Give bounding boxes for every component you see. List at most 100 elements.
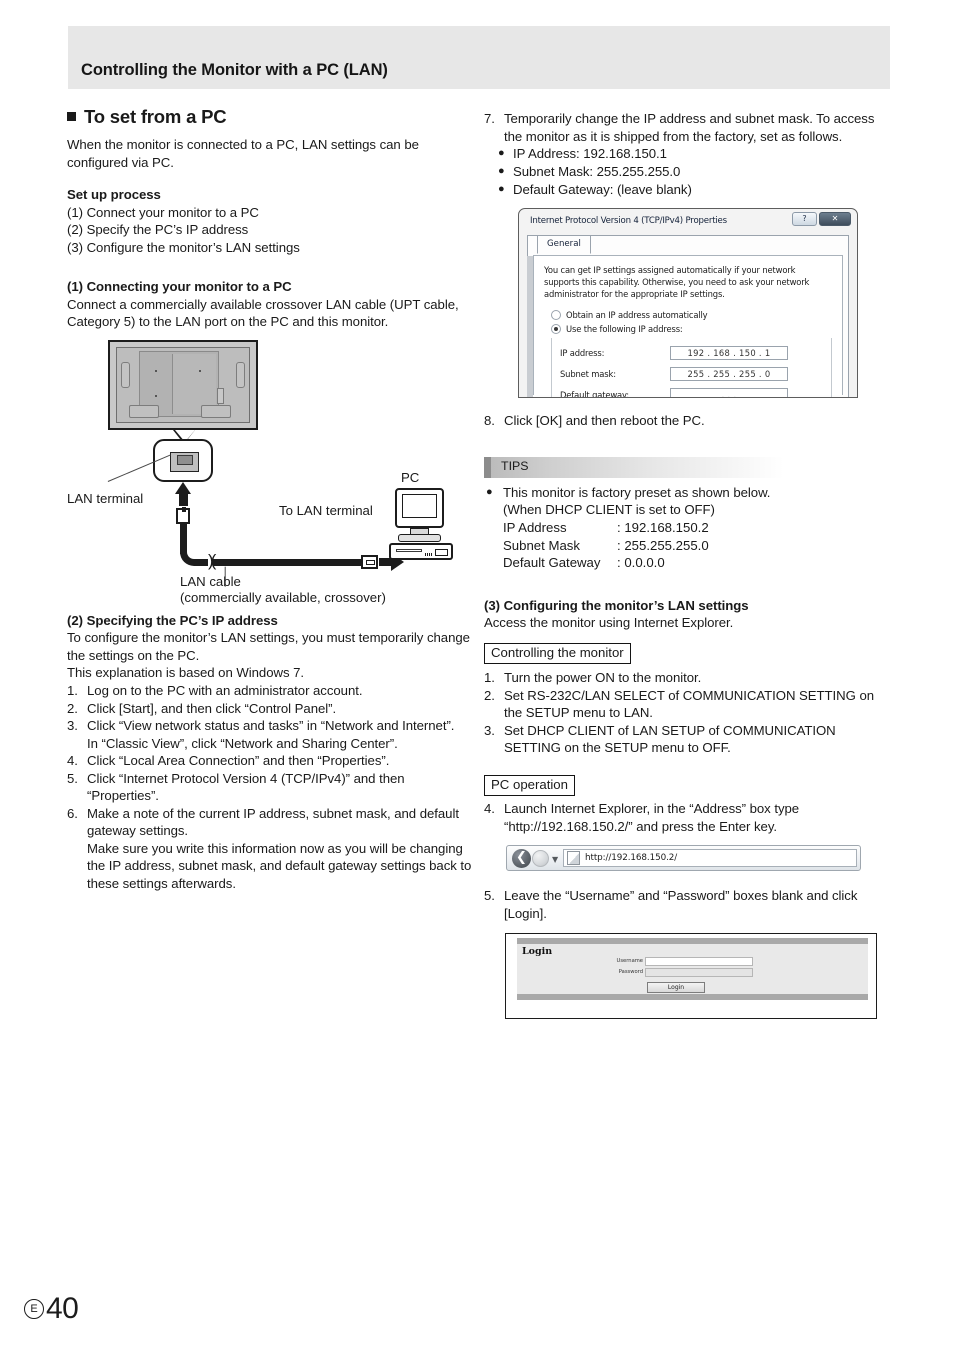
default-gateway-input[interactable]: . . . [670,387,788,397]
username-label: Username [616,958,643,965]
step2-body-1: To configure the monitor’s LAN settings,… [67,630,470,663]
back-arrow-icon[interactable]: ❮ [512,849,531,869]
list-marker: 2. [67,700,78,716]
step2-body-2: This explanation is based on Windows 7. [67,665,305,681]
lan-terminal-label: LAN terminal [67,490,144,506]
monitor-mark-dot [155,369,157,372]
ip-address-input[interactable]: 192 . 168 . 150 . 1 [670,345,788,360]
tips-accent-bar [484,456,491,478]
list-marker: 6. [67,805,78,821]
forward-arrow-icon[interactable] [532,850,549,868]
monitor-chassis [116,346,250,423]
list-item: 5. Leave the “Username” and “Password” b… [484,887,892,922]
pc-indicator-leds [425,552,432,556]
list-item: 3. Click “View network status and tasks”… [67,717,475,735]
login-page-screenshot: Login Username Password Login [505,932,877,1019]
lan-jack-icon [170,451,199,472]
list-marker: 3. [484,722,495,738]
page-header-bar: Controlling the Monitor with a PC (LAN) [68,26,890,89]
list-text: Leave the “Username” and “Password” boxe… [504,888,858,921]
list-text: Click [OK] and then reboot the PC. [504,412,705,428]
pc-screen [402,493,437,518]
bullet-text: Default Gateway: (leave blank) [513,182,692,197]
bullet-text: IP Address: 192.168.150.1 [513,146,667,162]
bullet-item: ● IP Address: 192.168.150.1 [498,145,892,163]
step1-body: Connect a commercially available crossov… [67,296,459,330]
controlling-the-monitor-list: 1. Turn the power ON to the monitor. 2. … [484,669,892,757]
username-input[interactable] [645,956,753,966]
list-text: Turn the power ON to the monitor. [504,670,702,686]
chevron-down-icon[interactable]: ▼ [552,855,558,864]
list-item: 5. Click “Internet Protocol Version 4 (T… [67,770,475,805]
list-text: Temporarily change the IP address and su… [504,111,875,144]
lan-cable-label: LAN cable [180,573,241,589]
pc-label: PC [401,469,420,485]
radio-label: Use the following IP address: [566,323,683,334]
list-text: Click “View network status and tasks” in… [87,718,455,734]
field-label: Subnet mask: [560,368,616,379]
radio-obtain-auto[interactable]: Obtain an IP address automatically [551,309,832,320]
setup-step: (1) Connect your monitor to a PC [67,204,259,220]
section-heading-label: To set from a PC [84,106,227,127]
subnet-mask-input[interactable]: 255 . 255 . 255 . 0 [670,366,788,381]
right-column: 7. Temporarily change the IP address and… [484,110,892,1019]
list-item: 4. Launch Internet Explorer, in the “Add… [484,800,892,835]
bullet-text: Subnet Mask: 255.255.255.0 [513,164,681,180]
list-item: 2. Click [Start], and then click “Contro… [67,700,475,718]
table-row: IP Address : 192.168.150.2 [503,519,892,537]
pc-illustration [389,487,453,560]
monitor-mark-dot [155,394,157,397]
insert-arrow-stem [178,491,188,506]
address-input-value: http://192.168.150.2/ [585,853,678,864]
controlling-the-monitor-label: Controlling the monitor [484,642,631,665]
list-text: Log on to the PC with an administrator a… [87,683,363,698]
tab-general[interactable]: General [537,234,591,254]
close-button[interactable]: ✕ [819,211,851,226]
setup-process-heading: Set up process [67,187,161,203]
tips-banner: TIPS [484,456,892,478]
list-continuation: Make sure you write this information now… [87,840,472,892]
tips-bullet: ● This monitor is factory preset as show… [484,484,892,502]
lan-cable-horizontal [197,558,363,566]
field-default-gateway: Default gateway: . . . [560,387,823,397]
list-marker: 8. [484,412,495,428]
address-input[interactable]: http://192.168.150.2/ [563,849,857,868]
field-subnet-mask: Subnet mask: 255 . 255 . 255 . 0 [560,366,823,381]
list-item: 3. Set DHCP CLIENT of LAN SETUP of COMMU… [484,722,892,757]
tips-gradient [484,456,784,478]
list-marker: 3. [67,718,78,734]
list-item: 1. Turn the power ON to the monitor. [484,669,892,687]
login-button[interactable]: Login [647,981,705,993]
table-row: Default Gateway : 0.0.0.0 [503,554,892,572]
lan-cable-sub-label: (commercially available, crossover) [180,589,386,605]
pc-drive-slot [396,548,422,552]
list-text: Click [Start], and then click “Control P… [87,700,337,716]
left-column: To set from a PC When the monitor is con… [67,106,475,893]
pc-tower-icon [389,542,453,560]
step3-body: Access the monitor using Internet Explor… [484,615,734,631]
monitor-rear-illustration [108,339,258,430]
setup-step: (2) Specify the PC’s IP address [67,222,249,238]
list-marker: 4. [484,801,495,817]
password-input[interactable] [645,967,753,977]
step7-item: 7. Temporarily change the IP address and… [484,110,892,145]
tips-preset-table: IP Address : 192.168.150.2 Subnet Mask :… [484,519,892,572]
step1-heading: (1) Connecting your monitor to a PC [67,279,292,295]
dialog-window-buttons: ? ✕ [792,211,851,226]
radio-use-following[interactable]: Use the following IP address: [551,323,832,334]
list-item: 6. Make a note of the current IP address… [67,805,475,840]
help-button[interactable]: ? [792,211,817,226]
field-label: IP address: [560,347,605,358]
setup-step: (3) Configure the monitor’s LAN settings [67,239,300,255]
tips-row-name: IP Address [503,520,567,535]
login-page-content: Login Username Password Login [517,937,868,1000]
scrollbar[interactable] [527,255,533,397]
bullet-dot-icon: ● [486,485,493,498]
monitor-terminal-block-right [201,404,231,418]
bullet-item: ● Subnet Mask: 255.255.255.0 [498,163,892,181]
radio-selected-icon [551,323,561,334]
list-text: Set DHCP CLIENT of LAN SETUP of COMMUNIC… [504,722,836,756]
step2-numbered-list: 1. Log on to the PC with an administrato… [67,682,475,893]
dialog-body: General You can get IP settings assigned… [527,234,849,397]
monitor-small-port [217,387,224,404]
